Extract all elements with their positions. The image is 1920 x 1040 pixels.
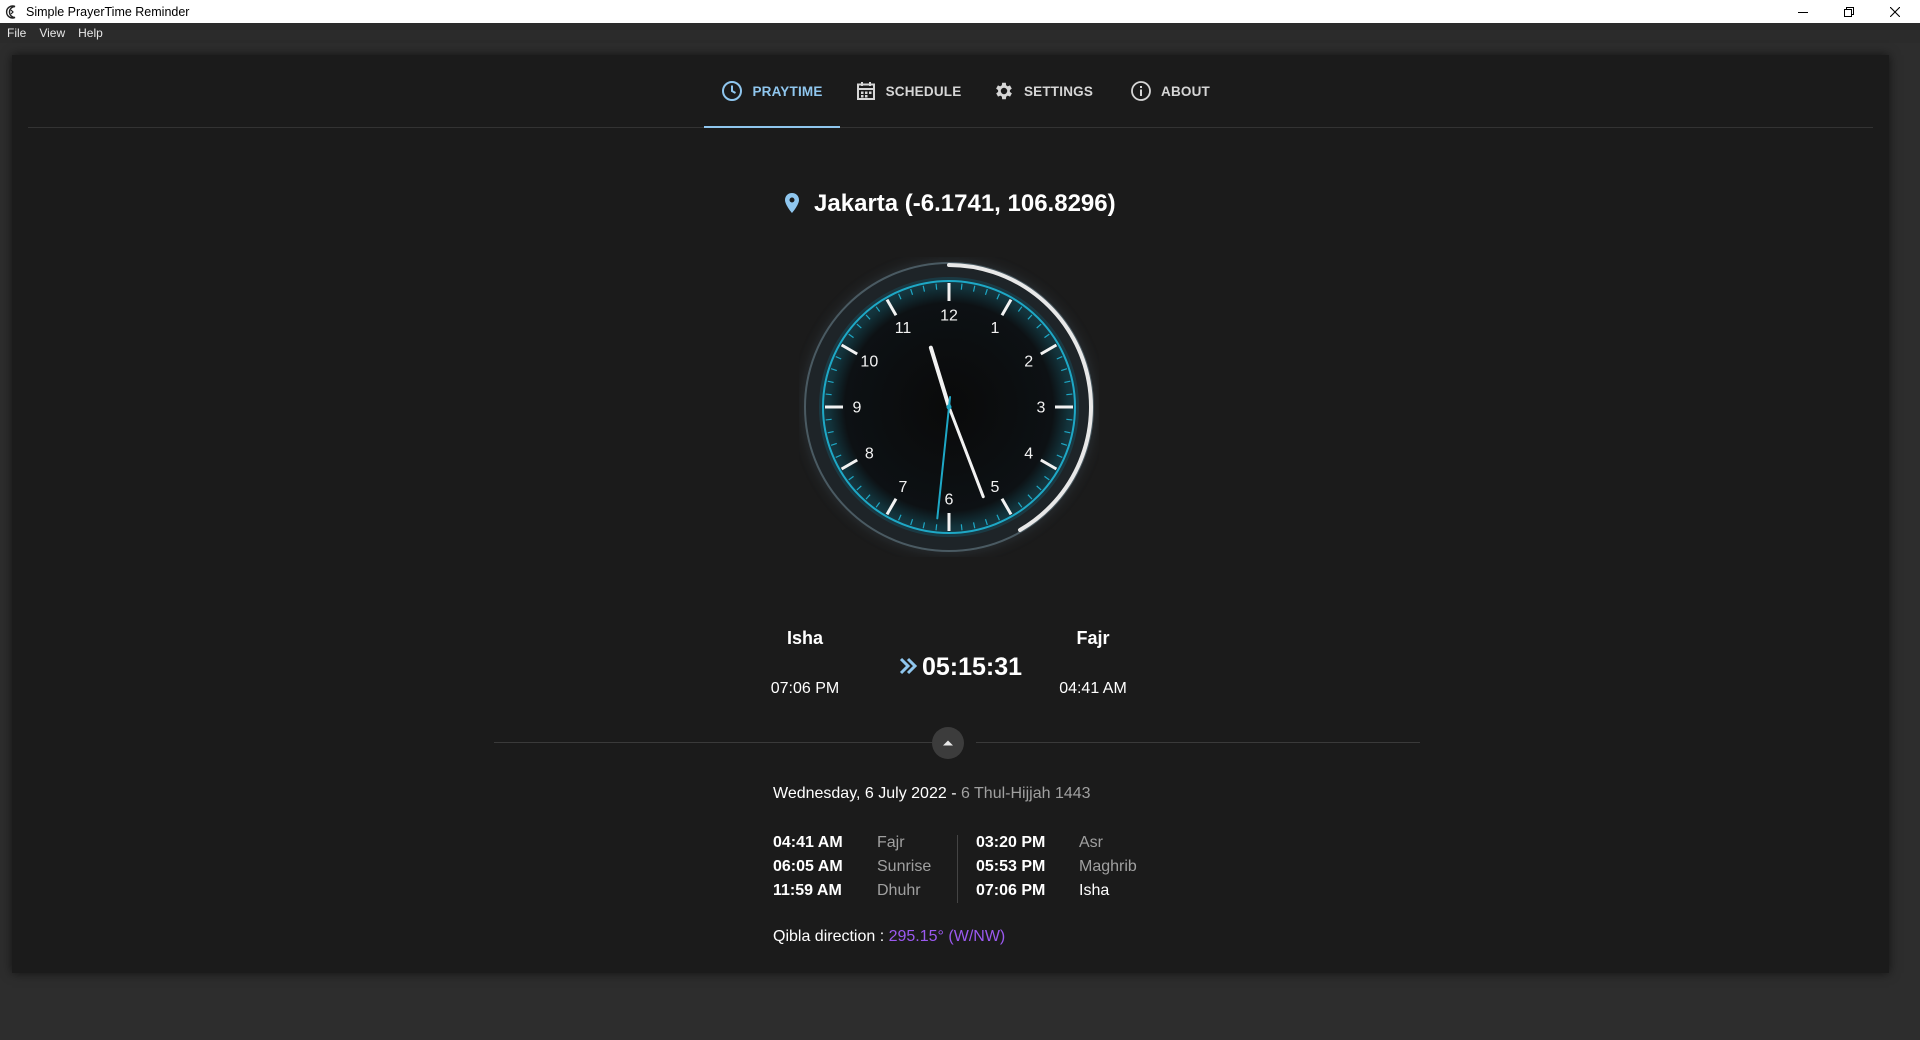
- clock-numeral: 3: [1037, 400, 1046, 417]
- next-prayer: Fajr 04:41 AM: [1013, 628, 1173, 698]
- schedule-name: Asr: [1079, 834, 1103, 851]
- title-bar: Simple PrayerTime Reminder: [0, 0, 1920, 23]
- divider-left: [494, 742, 932, 743]
- clock-minor-tick: [935, 283, 938, 290]
- schedule-row: 05:53 PM Maghrib: [976, 855, 1137, 879]
- caret-up-icon: [943, 740, 953, 746]
- schedule-time: 05:53 PM: [976, 858, 1046, 875]
- clock-numeral: 9: [853, 400, 862, 417]
- schedule-name-current: Isha: [1079, 882, 1110, 899]
- clock-minor-tick: [960, 524, 963, 531]
- collapse-button[interactable]: [932, 727, 964, 759]
- date-separator: -: [946, 785, 961, 802]
- schedule-row: 11:59 AM Dhuhr: [773, 879, 931, 903]
- tab-settings[interactable]: SETTINGS: [976, 55, 1110, 127]
- hijri-date: 6 Thul-Hijjah 1443: [960, 785, 1091, 802]
- qibla-direction: Qibla direction : 295.15° (W/NW): [773, 928, 1005, 946]
- restore-button[interactable]: [1826, 0, 1872, 23]
- current-prayer-name: Isha: [786, 628, 824, 648]
- clock-numeral: 10: [860, 354, 878, 371]
- countdown-value: 05:15:31: [921, 653, 1023, 681]
- tab-bar: PRAYTIME SCHEDULE SETTINGS ABOUT: [28, 55, 1873, 128]
- map-pin-icon: [785, 193, 800, 213]
- qibla-label: Qibla direction :: [773, 928, 889, 945]
- menu-bar: File View Help: [0, 23, 1920, 43]
- gear-icon: [993, 80, 1015, 102]
- clock-numeral: 8: [865, 446, 874, 463]
- calendar-icon: [855, 80, 877, 102]
- clock-minor-tick: [825, 418, 832, 421]
- schedule-time: 06:05 AM: [773, 858, 843, 875]
- window-title: Simple PrayerTime Reminder: [26, 4, 190, 19]
- close-icon: [1890, 6, 1900, 17]
- clock-minor-tick: [935, 524, 938, 531]
- schedule-row: 03:20 PM Asr: [976, 831, 1137, 855]
- schedule-row: 06:05 AM Sunrise: [773, 855, 931, 879]
- schedule-name: Maghrib: [1079, 858, 1137, 875]
- tab-label: PRAYTIME: [752, 83, 823, 99]
- menu-view[interactable]: View: [33, 26, 71, 40]
- clock-numeral: 11: [895, 320, 912, 337]
- clock-numeral: 1: [991, 320, 1000, 337]
- schedule-name: Fajr: [877, 834, 905, 851]
- schedule-left-column: 04:41 AM Fajr 06:05 AM Sunrise 11:59 AM Dhu…: [773, 831, 931, 903]
- schedule-right-column: 03:20 PM Asr 05:53 PM Maghrib 07:06 PM Isha: [976, 831, 1137, 903]
- analog-clock: 12 1 2 3 4 5 6 7 8 9 10 11: [799, 257, 1099, 557]
- minimize-button[interactable]: [1780, 0, 1826, 23]
- tab-about[interactable]: ABOUT: [1110, 55, 1230, 127]
- clock-numeral: 7: [899, 479, 908, 496]
- clock-minor-tick: [960, 283, 963, 290]
- clock-numeral: 12: [940, 308, 958, 325]
- date-line: Wednesday, 6 July 2022 - 6 Thul-Hijjah 1…: [773, 785, 1091, 803]
- clock-numeral: 6: [945, 492, 954, 509]
- schedule-time: 04:41 AM: [773, 834, 843, 851]
- clock-numeral: 5: [991, 479, 1000, 496]
- clock-minor-tick: [825, 393, 832, 396]
- app-icon: [5, 4, 16, 19]
- current-prayer-time: 07:06 PM: [770, 680, 840, 697]
- menu-file[interactable]: File: [1, 26, 32, 40]
- clock-minor-tick: [1066, 393, 1073, 396]
- double-chevron-right-icon: [899, 657, 918, 675]
- main-panel: PRAYTIME SCHEDULE SETTINGS ABOUT Jakarta…: [12, 55, 1889, 973]
- close-button[interactable]: [1872, 0, 1918, 23]
- schedule-time: 11:59 AM: [773, 882, 842, 899]
- schedule-row: 04:41 AM Fajr: [773, 831, 931, 855]
- tab-praytime[interactable]: PRAYTIME: [704, 55, 840, 128]
- clock-icon: [721, 80, 743, 102]
- tab-schedule[interactable]: SCHEDULE: [840, 55, 976, 127]
- location-text: Jakarta (-6.1741, 106.8296): [814, 190, 1116, 217]
- schedule-name: Dhuhr: [877, 882, 921, 899]
- next-prayer-name: Fajr: [1076, 628, 1110, 648]
- tab-label: SETTINGS: [1023, 83, 1094, 99]
- clock-minor-tick: [1066, 418, 1073, 421]
- schedule-time: 03:20 PM: [976, 834, 1046, 851]
- next-prayer-time: 04:41 AM: [1059, 680, 1127, 697]
- tab-label: ABOUT: [1161, 83, 1210, 99]
- info-icon: [1130, 80, 1152, 102]
- restore-icon: [1844, 6, 1854, 17]
- tab-label: SCHEDULE: [885, 83, 962, 99]
- divider-right: [976, 742, 1420, 743]
- qibla-value: 295.15° (W/NW): [888, 928, 1006, 945]
- gregorian-date: Wednesday, 6 July 2022: [773, 785, 947, 802]
- schedule-time: 07:06 PM: [976, 882, 1046, 899]
- menu-help[interactable]: Help: [72, 26, 109, 40]
- minimize-icon: [1798, 11, 1808, 13]
- clock-numeral: 4: [1024, 446, 1033, 463]
- clock-numeral: 2: [1024, 354, 1033, 371]
- schedule-separator: [957, 835, 958, 903]
- schedule-name: Sunrise: [877, 858, 932, 875]
- schedule-row: 07:06 PM Isha: [976, 879, 1137, 903]
- location-title: Jakarta (-6.1741, 106.8296): [12, 190, 1889, 218]
